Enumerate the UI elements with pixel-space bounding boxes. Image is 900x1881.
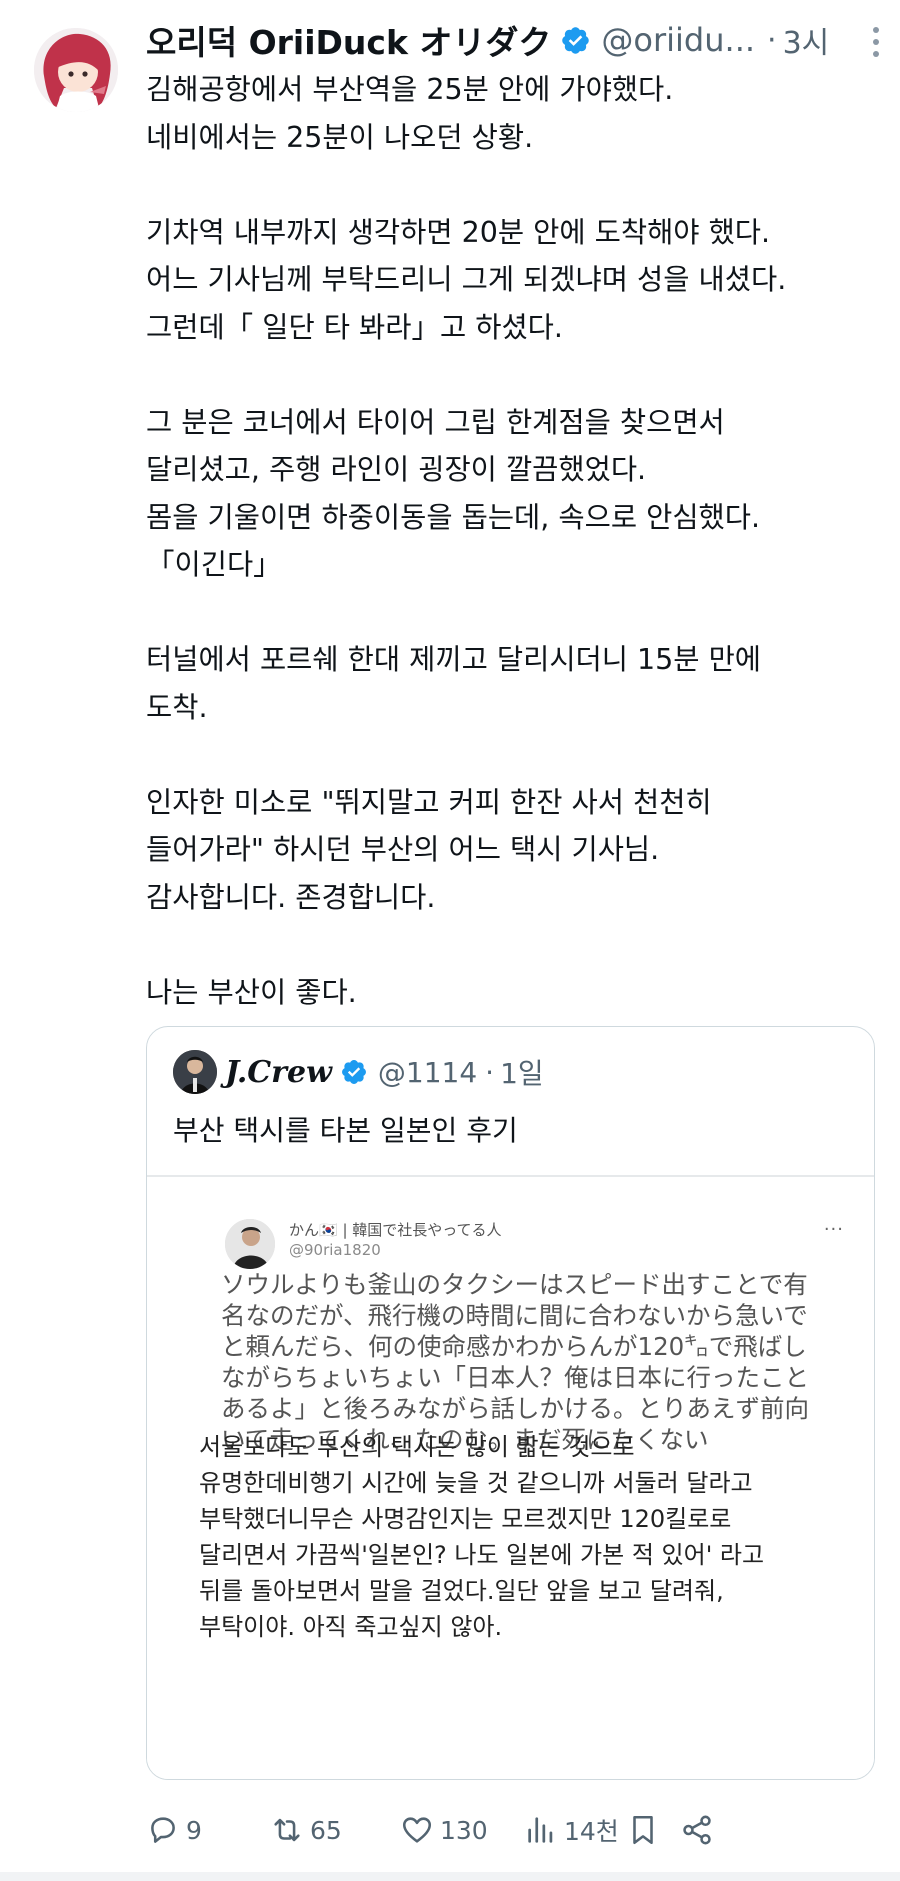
- tweet-line: 네비에서는 25분이 나오던 상황.: [146, 120, 534, 154]
- jp-line: ソウルよりも釜山のタクシーはスピード出すことで有: [221, 1270, 808, 1299]
- tweet-line: 김해공항에서 부산역을 25분 안에 가야했다.: [146, 73, 674, 106]
- quoted-author-name[interactable]: J.Crew: [225, 1055, 332, 1090]
- embedded-author-handle: @90ria1820: [289, 1241, 381, 1259]
- heart-icon: [402, 1817, 432, 1843]
- retweet-count: 65: [310, 1815, 342, 1845]
- retweet-icon: [274, 1818, 300, 1842]
- verified-badge-icon: [562, 26, 590, 54]
- quoted-timestamp[interactable]: 1일: [500, 1052, 544, 1092]
- tweet-line: 나는 부산이 좋다.: [146, 975, 357, 1009]
- tweet-line: 달리셨고, 주행 라인이 굉장이 깔끔했었다.: [146, 453, 647, 486]
- tweet-line: 도착.: [146, 690, 208, 724]
- tweet-separator: [0, 1872, 900, 1881]
- tweet-line: [146, 589, 886, 637]
- embedded-author-avatar: [225, 1219, 275, 1269]
- views-button[interactable]: 14천: [524, 1808, 619, 1852]
- tweet-line: [146, 921, 886, 969]
- tweet-line: 그런데「 일단 타 봐라」고 하셨다.: [146, 310, 563, 344]
- tweet-action-bar: 9 65 130 14천: [146, 1808, 886, 1852]
- reply-button[interactable]: 9: [146, 1808, 202, 1852]
- ko-line: 유명한데비행기 시간에 늦을 것 같으니까 서둘러 달라고: [199, 1469, 753, 1497]
- tweet-header: 오리덕 OriiDuck オリダク @oriidu... · 3시: [146, 14, 886, 66]
- tweet-line: [146, 161, 886, 209]
- retweet-button[interactable]: 65: [270, 1808, 342, 1852]
- tweet-line: 어느 기사님께 부탁드리니 그게 되겠냐며 성을 내셨다.: [146, 263, 787, 296]
- tweet-line: 「이긴다」: [146, 548, 282, 581]
- quoted-author-handle[interactable]: @1114: [378, 1056, 477, 1089]
- jp-line: ながらちょいちょい「日本人？俺は日本に行ったこと: [221, 1363, 809, 1392]
- embedded-author-name: かん🇰🇷 | 韓国で社長やってる人: [289, 1221, 502, 1239]
- quoted-author-avatar[interactable]: [173, 1050, 217, 1094]
- tweet-line: 그 분은 코너에서 타이어 그립 한계점을 찾으면서: [146, 405, 725, 439]
- reply-icon: [151, 1817, 175, 1843]
- tweet-text: 김해공항에서 부산역을 25분 안에 가야했다. 네비에서는 25분이 나오던 …: [146, 66, 886, 1016]
- bookmark-button[interactable]: [626, 1808, 660, 1852]
- author-handle[interactable]: @oriidu...: [601, 21, 755, 59]
- ko-line: 부탁이야. 아직 죽고싶지 않아.: [199, 1613, 503, 1641]
- like-button[interactable]: 130: [400, 1808, 488, 1852]
- ko-line: 부탁했더니무슨 사명감인지는 모르겠지만 120킬로로: [199, 1505, 732, 1533]
- tweet-line: 감사합니다. 존경합니다.: [146, 880, 436, 914]
- separator-dot: ·: [485, 1055, 495, 1089]
- embedded-korean-translation: 서울보다도 부산의 택시는 많이 밟는 것으로 유명한데비행기 시간에 늦을 것…: [199, 1429, 859, 1645]
- jp-line: あるよ」と後ろみながら話しかける。とりあえず前向: [221, 1394, 809, 1423]
- tweet-line: 인자한 미소로 "뛰지말고 커피 한잔 사서 천천히: [146, 785, 712, 819]
- tweet-timestamp[interactable]: 3시: [783, 18, 830, 62]
- reply-count: 9: [186, 1815, 202, 1845]
- tweet-line: 기차역 내부까지 생각하면 20분 안에 도착해야 했다.: [146, 215, 771, 249]
- quoted-media-image[interactable]: かん🇰🇷 | 韓国で社長やってる人 @90ria1820 ··· ソウルよりも釜…: [147, 1177, 874, 1779]
- separator-dot: ·: [767, 22, 777, 58]
- bookmark-icon: [633, 1815, 653, 1845]
- tweet-line: 터널에서 포르쉐 한대 제끼고 달리시더니 15분 만에: [146, 643, 762, 676]
- share-button[interactable]: [680, 1808, 714, 1852]
- embedded-more-icon: ···: [823, 1219, 844, 1240]
- tweet-line: 몸을 기울이면 하중이동을 돕는데, 속으로 안심했다.: [146, 500, 761, 534]
- like-count: 130: [440, 1815, 488, 1845]
- more-options-icon[interactable]: [866, 24, 886, 60]
- quoted-tweet-text: 부산 택시를 타본 일본인 후기: [173, 1114, 518, 1147]
- author-avatar[interactable]: [34, 28, 118, 112]
- verified-badge-icon: [341, 1060, 366, 1084]
- ko-line: 뒤를 돌아보면서 말을 걸었다.일단 앞을 보고 달려줘,: [199, 1577, 724, 1605]
- author-display-name[interactable]: 오리덕 OriiDuck オリダク: [146, 16, 551, 64]
- embedded-japanese-text: ソウルよりも釜山のタクシーはスピード出すことで有 名なのだが、飛行機の時間に間に…: [221, 1269, 861, 1455]
- tweet-line: [146, 351, 886, 399]
- tweet-line: 들어가라" 하시던 부산의 어느 택시 기사님.: [146, 833, 660, 866]
- ko-line: 서울보다도 부산의 택시는 많이 밟는 것으로: [199, 1433, 635, 1461]
- views-count: 14천: [564, 1817, 619, 1846]
- views-bar-chart-icon: [528, 1817, 553, 1843]
- ko-line: 달리면서 가끔씩'일본인? 나도 일본에 가본 적 있어' 라고: [199, 1541, 765, 1569]
- tweet-line: [146, 731, 886, 779]
- jp-line: 名なのだが、飛行機の時間に間に合わないから急いで: [221, 1301, 808, 1330]
- quoted-tweet-card[interactable]: J.Crew @1114 · 1일 부산 택시를 타본 일본인 후기 かん🇰🇷 …: [146, 1026, 875, 1780]
- quoted-tweet-header: J.Crew @1114 · 1일: [173, 1049, 544, 1095]
- share-icon: [683, 1815, 711, 1845]
- jp-line: と頼んだら、何の使命感かわからんが120㌔で飛ばし: [221, 1332, 807, 1361]
